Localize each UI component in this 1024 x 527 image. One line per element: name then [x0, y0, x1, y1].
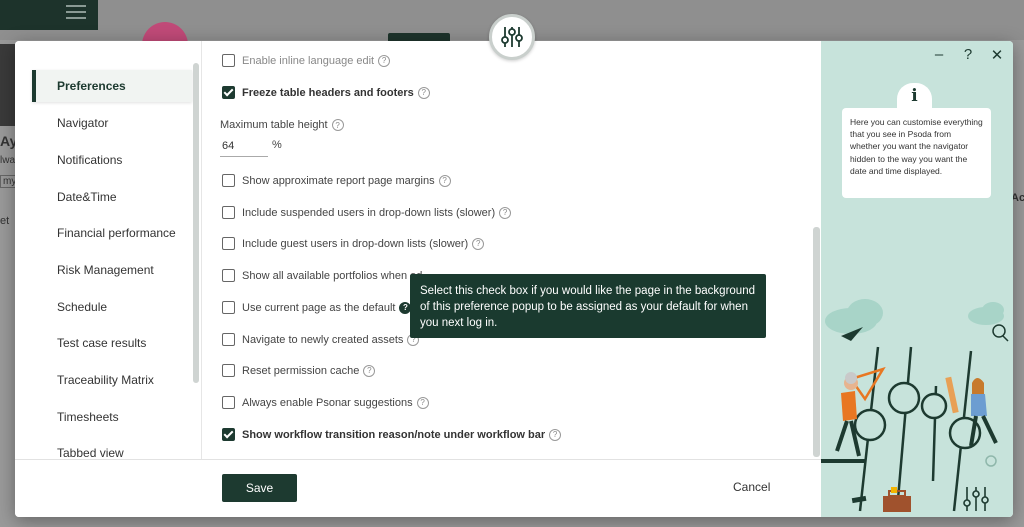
nav-item-financial-performance[interactable]: Financial performance [32, 217, 192, 249]
pref-psonar-row: Always enable Psonar suggestions ? [222, 396, 429, 409]
pref-suspended-users-label: Include suspended users in drop-down lis… [242, 206, 496, 219]
pref-guest-users-checkbox[interactable] [222, 237, 235, 250]
pref-guest-users-label: Include guest users in drop-down lists (… [242, 237, 469, 250]
nav-item-schedule[interactable]: Schedule [32, 291, 192, 323]
pref-report-margins-label: Show approximate report page margins [242, 174, 435, 187]
info-icon: i [897, 83, 932, 109]
side-panel: – ? ✕ i Here you can customise everythin… [821, 41, 1013, 517]
save-button[interactable]: Save [222, 474, 297, 502]
pref-current-page-row: Use current page as the default ? [222, 301, 412, 314]
pref-inline-edit-label: Enable inline language edit [242, 54, 375, 67]
minimize-icon[interactable]: – [931, 46, 947, 63]
help-icon[interactable]: ? [499, 206, 512, 219]
nav-item-test-case-results[interactable]: Test case results [32, 327, 192, 359]
preferences-content: Enable inline language edit ? Freeze tab… [201, 41, 821, 459]
pref-reset-permission-checkbox[interactable] [222, 364, 235, 377]
cancel-button[interactable]: Cancel [733, 480, 770, 494]
modal-footer: Save Cancel [15, 459, 821, 517]
pref-psonar-checkbox[interactable] [222, 396, 235, 409]
nav-item-date-time[interactable]: Date&Time [32, 181, 192, 213]
help-icon[interactable]: ? [363, 364, 376, 377]
pref-navigate-assets-checkbox[interactable] [222, 333, 235, 346]
help-icon[interactable]: ? [416, 396, 429, 409]
pref-report-margins-row: Show approximate report page margins ? [222, 174, 451, 187]
pref-navigate-assets-row: Navigate to newly created assets ? [222, 333, 420, 346]
pref-inline-edit-checkbox[interactable] [222, 54, 235, 67]
illustration-image [821, 299, 1009, 512]
close-icon[interactable]: ✕ [989, 46, 1005, 64]
pref-inline-edit-row: Enable inline language edit ? [222, 54, 391, 67]
nav-item-navigator[interactable]: Navigator [32, 107, 192, 139]
pref-current-page-label: Use current page as the default [242, 301, 396, 314]
max-table-height-unit: % [272, 139, 282, 151]
help-tooltip: Select this check box if you would like … [410, 274, 766, 338]
nav-item-preferences[interactable]: Preferences [32, 70, 192, 102]
content-scrollbar[interactable] [813, 227, 820, 457]
preferences-nav: Preferences Navigator Notifications Date… [15, 41, 201, 460]
help-window-icon[interactable]: ? [960, 46, 976, 63]
background-side-text: et [0, 215, 10, 227]
pref-freeze-headers-row: Freeze table headers and footers ? [222, 86, 430, 99]
pref-suspended-users-row: Include suspended users in drop-down lis… [222, 206, 512, 219]
pref-all-portfolios-row: Show all available portfolios when ed [222, 269, 422, 282]
help-icon[interactable]: ? [331, 119, 344, 131]
help-icon[interactable]: ? [417, 86, 430, 99]
help-icon[interactable]: ? [378, 54, 391, 67]
nav-item-traceability-matrix[interactable]: Traceability Matrix [32, 364, 192, 396]
pref-navigate-assets-label: Navigate to newly created assets [242, 333, 404, 346]
help-icon[interactable]: ? [472, 237, 485, 250]
pref-freeze-headers-label: Freeze table headers and footers [242, 86, 414, 99]
help-icon[interactable]: ? [438, 174, 451, 187]
nav-scrollbar[interactable] [193, 63, 199, 383]
nav-item-risk-management[interactable]: Risk Management [32, 254, 192, 286]
pref-current-page-checkbox[interactable] [222, 301, 235, 314]
pref-psonar-label: Always enable Psonar suggestions [242, 396, 413, 409]
pref-all-portfolios-checkbox[interactable] [222, 269, 235, 282]
hamburger-icon [66, 5, 86, 21]
nav-item-notifications[interactable]: Notifications [32, 144, 192, 176]
background-subtext: lwa [0, 155, 16, 166]
background-photo [0, 44, 16, 126]
max-table-height-label-text: Maximum table height [220, 119, 328, 131]
help-icon[interactable]: ? [549, 428, 562, 441]
max-table-height-label: Maximum table height ? [220, 119, 344, 131]
pref-reset-permission-row: Reset permission cache ? [222, 364, 376, 377]
pref-workflow-reason-checkbox[interactable] [222, 428, 235, 441]
pref-freeze-headers-checkbox[interactable] [222, 86, 235, 99]
pref-guest-users-row: Include guest users in drop-down lists (… [222, 237, 485, 250]
pref-report-margins-checkbox[interactable] [222, 174, 235, 187]
pref-workflow-reason-row: Show workflow transition reason/note und… [222, 428, 562, 441]
sliders-icon [489, 14, 535, 60]
pref-workflow-reason-label: Show workflow transition reason/note und… [242, 428, 546, 441]
max-table-height-input[interactable] [220, 135, 268, 157]
info-bubble: Here you can customise everything that y… [842, 108, 991, 198]
pref-suspended-users-checkbox[interactable] [222, 206, 235, 219]
nav-item-timesheets[interactable]: Timesheets [32, 401, 192, 433]
pref-reset-permission-label: Reset permission cache [242, 364, 360, 377]
pref-all-portfolios-label: Show all available portfolios when ed [242, 269, 423, 282]
